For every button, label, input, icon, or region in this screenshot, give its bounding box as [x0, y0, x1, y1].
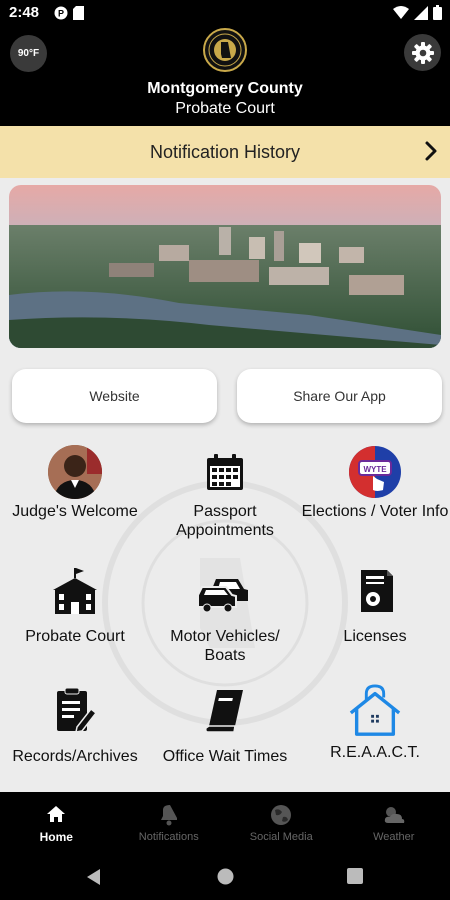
licenses-label: Licenses — [343, 628, 407, 645]
probate-court-item[interactable]: Probate Court — [0, 563, 150, 646]
records-icon — [47, 683, 103, 739]
status-bar: 2:48 P — [0, 0, 450, 26]
calendar-icon — [197, 444, 253, 500]
wifi-icon — [393, 5, 409, 19]
records-archives-label: Records/Archives — [12, 748, 138, 765]
license-icon — [347, 563, 403, 619]
gear-icon — [411, 41, 434, 64]
website-button[interactable]: Website — [12, 369, 217, 423]
home-lock-icon — [347, 683, 403, 739]
app-header: 90°F Montgomery County Probate Court — [0, 26, 450, 126]
bottom-navigation: Home Notifications Social Media Weather — [0, 792, 450, 854]
office-wait-times-label: Office Wait Times — [162, 748, 288, 765]
nav-home[interactable]: Home — [0, 792, 113, 854]
office-wait-times-item[interactable]: Office Wait Times — [150, 683, 300, 766]
nav-social-media-label: Social Media — [249, 831, 313, 843]
nav-social-media[interactable]: Social Media — [225, 792, 338, 854]
notification-history-bar[interactable]: Notification History — [0, 126, 450, 178]
home-circle-icon[interactable] — [217, 868, 234, 885]
passport-appointments-item[interactable]: Passport Appointments — [150, 444, 300, 540]
car-icon — [197, 563, 253, 619]
nav-weather[interactable]: Weather — [338, 792, 450, 854]
home-icon — [47, 806, 66, 822]
judge-photo — [47, 444, 103, 500]
system-navigation-bar — [0, 854, 450, 900]
passport-appointments-label: Passport Appointments — [176, 503, 274, 539]
book-icon — [197, 683, 253, 739]
reaact-label: R.E.A.A.C.T. — [330, 744, 420, 761]
svg-text:P: P — [58, 9, 64, 19]
svg-text:WYTE: WYTE — [363, 465, 387, 474]
judges-welcome-label: Judge's Welcome — [12, 503, 138, 520]
nav-weather-label: Weather — [373, 831, 415, 843]
probate-court-label: Probate Court — [25, 628, 125, 645]
notification-history-label: Notification History — [149, 141, 301, 162]
header-title: Montgomery County — [147, 80, 303, 97]
settings-button[interactable] — [404, 34, 441, 71]
elections-voter-info-label: Elections / Voter Info — [301, 503, 449, 520]
share-app-button[interactable]: Share Our App — [237, 369, 442, 423]
globe-icon — [271, 805, 292, 825]
sd-card-icon — [73, 6, 84, 20]
nav-notifications[interactable]: Notifications — [113, 792, 226, 854]
nav-home-label: Home — [39, 830, 73, 844]
nav-notifications-label: Notifications — [138, 831, 199, 843]
judges-welcome-item[interactable]: Judge's Welcome — [0, 444, 150, 521]
city-skyline-image — [9, 185, 441, 348]
bell-icon — [160, 805, 177, 826]
motor-vehicles-boats-label: Motor Vehicles/ Boats — [170, 628, 280, 664]
county-seal-logo — [203, 28, 247, 72]
status-time: 2:48 — [9, 4, 40, 21]
back-icon[interactable] — [86, 868, 102, 886]
reaact-item[interactable]: R.E.A.A.C.T. — [300, 683, 450, 762]
licenses-item[interactable]: Licenses — [300, 563, 450, 646]
chevron-right-icon — [425, 141, 437, 161]
motor-vehicles-boats-item[interactable]: Motor Vehicles/ Boats — [150, 563, 300, 665]
elections-voter-info-item[interactable]: WYTE Elections / Voter Info — [300, 444, 450, 521]
records-archives-item[interactable]: Records/Archives — [0, 683, 150, 766]
signal-icon — [414, 5, 428, 20]
vote-icon: WYTE — [347, 444, 403, 500]
header-subtitle: Probate Court — [175, 100, 275, 117]
battery-icon — [433, 5, 442, 20]
app-notification-icon: P — [54, 6, 68, 20]
temperature-badge[interactable]: 90°F — [10, 35, 47, 72]
recents-icon[interactable] — [347, 868, 363, 884]
courthouse-icon — [47, 563, 103, 619]
weather-icon — [384, 807, 404, 823]
